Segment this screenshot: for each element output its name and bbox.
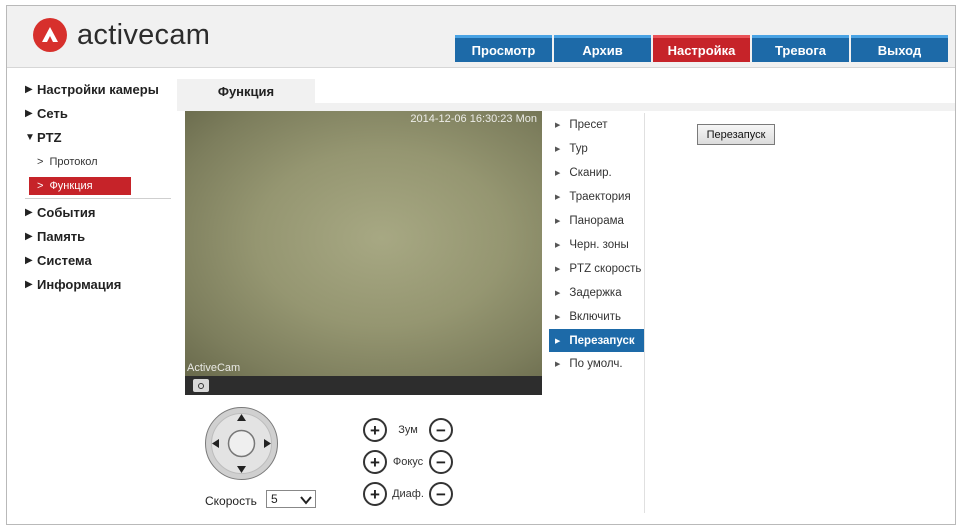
sidebar-item-camera-settings[interactable]: ▶ Настройки камеры (25, 78, 171, 102)
zoom-control: + Зум − (363, 418, 453, 442)
iris-open-button[interactable]: + (363, 482, 387, 506)
menu-item-privacy-masks[interactable]: ▶ Черн. зоны (549, 233, 644, 257)
sidebar-subitem-label: Протокол (49, 156, 98, 168)
iris-close-button[interactable]: − (429, 482, 453, 506)
menu-item-tour[interactable]: ▶ Тур (549, 137, 644, 161)
menu-item-delay[interactable]: ▶ Задержка (549, 281, 644, 305)
tab-view[interactable]: Просмотр (455, 35, 552, 62)
focus-label: Фокус (392, 456, 424, 468)
tab-settings[interactable]: Настройка (653, 35, 750, 62)
function-menu: ▶ Пресет ▶ Тур ▶ Сканир. ▶ Траектория ▶ Панор… (549, 113, 645, 513)
sidebar-subitem-label: Функция (49, 180, 93, 192)
sidebar-item-info[interactable]: ▶ Информация (25, 273, 171, 297)
chevron-right-icon: > (37, 180, 44, 192)
triangle-right-icon: ▶ (555, 218, 561, 225)
iris-control: + Диаф. − (363, 482, 453, 506)
activecam-logo-icon (33, 18, 67, 52)
sidebar: ▶ Настройки камеры ▶ Сеть ▼ PTZ > Проток… (25, 78, 171, 297)
zoom-in-button[interactable]: + (363, 418, 387, 442)
menu-item-panorama[interactable]: ▶ Панорама (549, 209, 644, 233)
restart-button[interactable]: Перезапуск (697, 124, 775, 145)
collapsed-triangle-icon: ▶ (25, 108, 33, 119)
sidebar-item-label: Сеть (37, 106, 68, 121)
sidebar-item-label: Информация (37, 277, 122, 292)
menu-item-restart[interactable]: ▶ Перезапуск (549, 329, 644, 352)
menu-item-preset[interactable]: ▶ Пресет (549, 113, 644, 137)
camera-icon[interactable] (193, 379, 209, 392)
chevron-down-icon (300, 494, 312, 508)
divider (25, 198, 171, 199)
menu-item-scan[interactable]: ▶ Сканир. (549, 161, 644, 185)
triangle-right-icon: ▶ (555, 314, 561, 321)
top-navigation: Просмотр Архив Настройка Тревога Выход (455, 35, 950, 62)
video-toolbar (185, 376, 542, 395)
tab-archive[interactable]: Архив (554, 35, 651, 62)
ptz-direction-pad[interactable] (204, 406, 279, 481)
triangle-right-icon: ▶ (555, 170, 561, 177)
collapsed-triangle-icon: ▶ (25, 84, 33, 95)
sidebar-subitem-function[interactable]: > Функция (29, 177, 131, 195)
content-tab-function[interactable]: Функция (177, 79, 315, 103)
sidebar-item-label: Память (37, 229, 86, 244)
collapsed-triangle-icon: ▶ (25, 279, 33, 290)
triangle-right-icon: ▶ (555, 242, 561, 249)
menu-item-power-on[interactable]: ▶ Включить (549, 305, 644, 329)
app-window: activecam Просмотр Архив Настройка Трево… (6, 5, 956, 525)
sidebar-item-network[interactable]: ▶ Сеть (25, 102, 171, 126)
speed-select[interactable]: 5 (266, 490, 316, 508)
triangle-right-icon: ▶ (555, 146, 561, 153)
zoom-out-button[interactable]: − (429, 418, 453, 442)
sidebar-item-label: Система (37, 253, 92, 268)
collapsed-triangle-icon: ▶ (25, 255, 33, 266)
video-frame (185, 111, 542, 376)
sidebar-subitem-protocol[interactable]: > Протокол (25, 150, 171, 174)
speed-value: 5 (271, 492, 278, 506)
sidebar-item-ptz[interactable]: ▼ PTZ (25, 126, 171, 150)
video-preview[interactable]: 2014-12-06 16:30:23 Mon ActiveCam (185, 111, 542, 395)
sidebar-item-label: Настройки камеры (37, 82, 159, 97)
sidebar-item-storage[interactable]: ▶ Память (25, 225, 171, 249)
iris-label: Диаф. (392, 488, 424, 500)
video-watermark: ActiveCam (187, 362, 241, 374)
triangle-right-icon: ▶ (555, 122, 561, 129)
tab-alarm[interactable]: Тревога (752, 35, 849, 62)
sidebar-item-label: PTZ (37, 130, 62, 145)
zoom-label: Зум (398, 424, 418, 436)
menu-item-ptz-speed[interactable]: ▶ PTZ скорость (549, 257, 644, 281)
header: activecam Просмотр Архив Настройка Трево… (7, 6, 955, 68)
sidebar-item-events[interactable]: ▶ События (25, 201, 171, 225)
logo: activecam (33, 18, 210, 52)
sidebar-item-label: События (37, 205, 96, 220)
triangle-right-icon: ▶ (555, 194, 561, 201)
focus-far-button[interactable]: − (429, 450, 453, 474)
sidebar-item-system[interactable]: ▶ Система (25, 249, 171, 273)
focus-control: + Фокус − (363, 450, 453, 474)
expanded-triangle-icon: ▼ (25, 132, 35, 143)
triangle-right-icon: ▶ (555, 290, 561, 297)
menu-item-pattern[interactable]: ▶ Траектория (549, 185, 644, 209)
speed-label: Скорость (205, 494, 257, 508)
chevron-right-icon: > (37, 156, 44, 168)
tab-logout[interactable]: Выход (851, 35, 948, 62)
collapsed-triangle-icon: ▶ (25, 231, 33, 242)
logo-text: activecam (77, 19, 211, 51)
triangle-right-icon: ▶ (555, 266, 561, 273)
collapsed-triangle-icon: ▶ (25, 207, 33, 218)
triangle-right-icon: ▶ (555, 337, 561, 345)
menu-item-defaults[interactable]: ▶ По умолч. (549, 352, 644, 376)
focus-near-button[interactable]: + (363, 450, 387, 474)
video-timestamp: 2014-12-06 16:30:23 Mon (410, 113, 537, 125)
triangle-right-icon: ▶ (555, 361, 561, 368)
content-tab-strip (177, 103, 955, 111)
